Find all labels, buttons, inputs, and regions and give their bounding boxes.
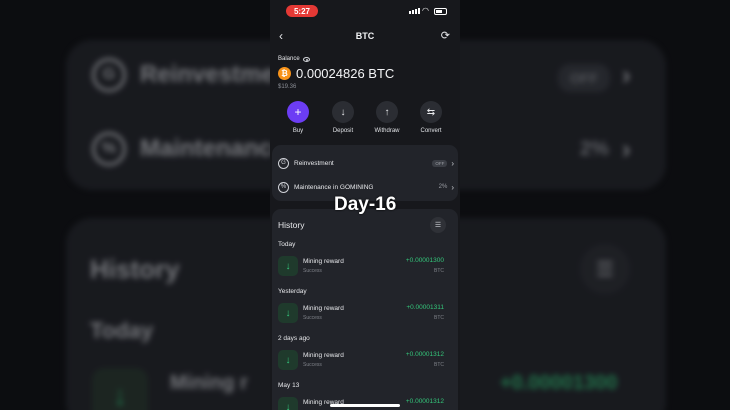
bg-history-label: History xyxy=(90,254,180,284)
reinvestment-state-badge: OFF xyxy=(432,159,448,167)
maintenance-label: Maintenance in GOMINING xyxy=(294,183,374,191)
signal-icon xyxy=(409,8,420,14)
tx-amount: +0.00001311 xyxy=(406,304,444,311)
arrow-down-icon: ↓ xyxy=(278,256,298,276)
bg-amount: +0.00001300 xyxy=(500,372,618,394)
refresh-icon[interactable]: ⟳ xyxy=(441,28,450,44)
tx-name: Mining reward xyxy=(303,258,344,265)
buy-button[interactable]: + Buy xyxy=(278,101,318,134)
balance-label-row: Balance xyxy=(278,56,310,62)
arrow-down-icon: ↓ xyxy=(278,397,298,410)
withdraw-button[interactable]: ↑ Withdraw xyxy=(367,101,407,134)
overlay-caption: Day-16 xyxy=(334,194,397,215)
deposit-label: Deposit xyxy=(332,128,354,134)
tx-status: Success xyxy=(303,362,322,368)
bg-chevron-right-icon: › xyxy=(622,60,631,90)
swap-icon: ⇆ xyxy=(420,101,442,123)
bg-filter-icon: ☰ xyxy=(580,244,630,294)
filter-icon[interactable]: ☰ xyxy=(430,217,446,233)
status-bar: 5:27 ◠ xyxy=(270,5,460,19)
arrow-down-icon: ↓ xyxy=(278,350,298,370)
tx-currency: BTC xyxy=(434,315,444,321)
eye-icon[interactable] xyxy=(302,56,310,62)
bg-maintenance-label: Maintenance xyxy=(140,135,286,162)
tx-currency: BTC xyxy=(434,362,444,368)
tx-amount: +0.00001312 xyxy=(405,398,444,405)
bg-mining-label: Mining r xyxy=(170,372,248,394)
tx-currency: BTC xyxy=(434,268,444,274)
bg-maintenance-row: % Maintenance xyxy=(92,132,285,166)
list-item[interactable]: ↓ Mining reward Success +0.00001300 BTC xyxy=(278,256,452,278)
convert-button[interactable]: ⇆ Convert xyxy=(411,101,451,134)
status-time: 5:27 xyxy=(286,5,318,17)
tx-name: Mining reward xyxy=(303,352,344,359)
tx-status: Success xyxy=(303,268,322,274)
reinvestment-row[interactable]: G Reinvestment OFF › xyxy=(278,156,454,170)
bg-chevron-right-icon-2: › xyxy=(622,134,631,164)
page-title: BTC xyxy=(355,31,375,41)
tx-status: Success xyxy=(303,315,322,321)
reinvestment-icon: G xyxy=(278,157,289,169)
bg-off-pill: OFF xyxy=(558,64,610,92)
convert-label: Convert xyxy=(420,128,442,134)
app-header: ‹ BTC ⟳ xyxy=(270,28,460,44)
battery-icon xyxy=(434,8,447,15)
settings-card: G Reinvestment OFF › % Maintenance in GO… xyxy=(272,145,458,201)
action-bar: + Buy ↓ Deposit ↑ Withdraw ⇆ Convert xyxy=(270,101,460,137)
group-label-may-13: May 13 xyxy=(278,382,300,389)
arrow-down-icon: ↓ xyxy=(278,303,298,323)
withdraw-label: Withdraw xyxy=(374,128,400,134)
balance-fiat: $19.36 xyxy=(278,84,297,90)
group-label-2-days-ago: 2 days ago xyxy=(278,335,310,342)
screen: G Reinvestment OFF › % Maintenance 2% › … xyxy=(0,0,730,410)
buy-label: Buy xyxy=(292,128,304,134)
list-item[interactable]: ↓ Mining reward Success +0.00001311 BTC xyxy=(278,303,452,325)
list-item[interactable]: ↓ Mining reward Success +0.00001312 BTC xyxy=(278,350,452,372)
tx-name: Mining reward xyxy=(303,305,344,312)
history-title: History xyxy=(278,220,305,230)
deposit-button[interactable]: ↓ Deposit xyxy=(323,101,363,134)
maintenance-icon: % xyxy=(278,181,289,193)
maintenance-row[interactable]: % Maintenance in GOMINING 2% › xyxy=(278,180,454,194)
group-label-today: Today xyxy=(278,241,296,248)
bg-reinvestment-icon: G xyxy=(92,58,126,92)
btc-coin-icon: ₿ xyxy=(278,67,291,80)
plus-icon: + xyxy=(287,101,309,123)
home-indicator[interactable] xyxy=(330,404,400,407)
balance-value: 0.00024826 BTC xyxy=(296,66,395,81)
tx-amount: +0.00001312 xyxy=(405,351,444,358)
chevron-right-icon: › xyxy=(451,158,454,168)
arrow-down-icon: ↓ xyxy=(332,101,354,123)
bg-maintenance-icon: % xyxy=(92,132,126,166)
wifi-icon: ◠ xyxy=(422,6,429,15)
tx-amount: +0.00001300 xyxy=(405,257,444,264)
maintenance-value: 2% xyxy=(438,184,448,190)
group-label-yesterday: Yesterday xyxy=(278,288,307,295)
balance-label: Balance xyxy=(278,56,300,62)
reinvestment-label: Reinvestment xyxy=(294,159,334,167)
bg-reinvestment-row: G Reinvestment xyxy=(92,58,297,92)
arrow-up-icon: ↑ xyxy=(376,101,398,123)
bg-pct: 2% xyxy=(580,138,609,160)
chevron-right-icon-2: › xyxy=(451,182,454,192)
bg-today-label: Today xyxy=(90,318,154,343)
bg-arrow-down-icon: ↓ xyxy=(92,368,148,410)
